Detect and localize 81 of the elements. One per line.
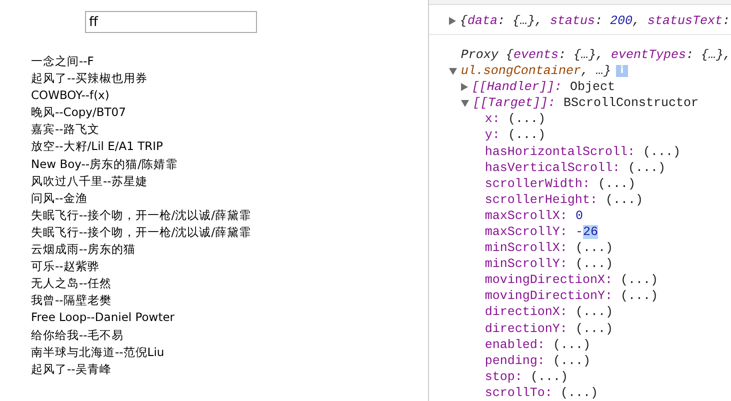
property-key: status	[550, 14, 595, 28]
property-key: maxScrollY:	[484, 225, 568, 240]
song-item[interactable]: 给你给我--毛不易	[31, 326, 428, 344]
property-key: statusText	[648, 14, 723, 28]
property-value: (...)	[575, 241, 613, 256]
property-value: Object	[570, 80, 615, 94]
property-value: (...)	[530, 370, 568, 384]
property-value: (...)	[575, 257, 613, 272]
property-key: stop:	[484, 370, 522, 384]
property-value: (...)	[508, 128, 546, 142]
song-item[interactable]: 云烟成雨--房东的猫	[31, 241, 428, 258]
property-key: scrollerWidth:	[484, 176, 590, 191]
property-key: directionX:	[484, 305, 568, 320]
number-value: 200	[610, 14, 633, 28]
song-item[interactable]: COWBOY--f(x)	[31, 87, 428, 104]
song-item[interactable]: 嘉宾--路飞文	[31, 121, 428, 138]
search-field[interactable]: ff	[85, 11, 257, 33]
song-item[interactable]: 问风--金渔	[31, 190, 428, 207]
expand-triangle-icon[interactable]	[448, 16, 456, 25]
song-item[interactable]: 风吹过八千里--苏星婕	[31, 172, 428, 190]
property-key: directionY:	[484, 322, 568, 336]
song-item[interactable]: 一念之间--F	[31, 53, 428, 70]
property-key: scrollTo:	[484, 386, 552, 400]
property-value: (...)	[620, 289, 658, 304]
property-key: hasHorizontalScroll:	[484, 144, 635, 159]
code-text: : {…},	[558, 48, 604, 62]
property-key: [[Target]]:	[472, 96, 556, 110]
selected-text: 26	[582, 225, 598, 240]
property-value: -26	[575, 225, 598, 240]
song-item[interactable]: 起风了--买辣椒也用券	[31, 70, 428, 88]
property-key: pending:	[484, 354, 545, 368]
song-item[interactable]: 失眠飞行--接个吻，开一枪/沈以诚/薛黛霏	[31, 206, 428, 224]
element-ref: ul.songContainer	[460, 64, 581, 78]
code-text: , …}	[580, 64, 611, 78]
property-key: minScrollX:	[484, 241, 568, 256]
property-value: (...)	[605, 192, 643, 207]
property-key: maxScrollX:	[484, 208, 568, 223]
song-item[interactable]: 南半球与北海道--范倪Liu	[31, 344, 428, 361]
property-key: scrollerHeight:	[484, 192, 598, 207]
property-value: 0	[575, 208, 583, 223]
code-text: :	[594, 14, 604, 28]
song-item[interactable]: 无人之岛--任然	[31, 275, 428, 292]
expand-triangle-icon[interactable]	[448, 68, 457, 75]
expand-triangle-icon[interactable]	[460, 100, 469, 107]
property-value: (...)	[575, 322, 613, 336]
property-key: data	[467, 14, 498, 28]
property-key: eventTypes	[610, 48, 686, 62]
property-value: (...)	[598, 176, 636, 191]
property-key: movingDirectionX:	[484, 273, 612, 288]
expand-triangle-icon[interactable]	[460, 83, 468, 92]
property-key: hasVerticalScroll:	[484, 160, 620, 175]
song-item[interactable]: 起风了--吴青峰	[31, 360, 428, 378]
code-text: : {…},	[686, 48, 731, 62]
property-value: (...)	[552, 338, 590, 352]
property-value: (...)	[628, 160, 666, 175]
property-value: (...)	[575, 305, 613, 320]
property-key: minScrollY:	[484, 257, 568, 272]
song-item[interactable]: 失眠飞行--接个吻，开一枪/沈以诚/薛黛霏	[31, 224, 428, 242]
song-item[interactable]: Free Loop--Daniel Powter	[31, 309, 428, 326]
property-value: (...)	[552, 354, 590, 368]
property-key: [[Handler]]:	[472, 80, 562, 94]
song-item[interactable]: 可乐--赵紫骅	[31, 258, 428, 276]
property-value: (...)	[620, 273, 658, 288]
code-text: ,	[632, 14, 642, 28]
song-item[interactable]: New Boy--房东的猫/陈婧霏	[31, 156, 428, 173]
property-value: (...)	[642, 144, 680, 159]
property-key: y:	[484, 128, 500, 142]
property-value: (...)	[508, 112, 546, 126]
property-key: movingDirectionY:	[484, 289, 612, 304]
property-value: (...)	[560, 386, 598, 400]
property-value: BScrollConstructor	[563, 96, 698, 110]
property-key: x:	[484, 112, 500, 126]
code-text: : {…},	[497, 14, 544, 28]
property-key: enabled:	[484, 338, 545, 352]
code-text: {	[460, 14, 468, 28]
song-item[interactable]: 我曾--隔壁老樊	[31, 292, 428, 310]
code-text: Proxy {	[460, 48, 514, 62]
code-text: :	[722, 14, 730, 28]
song-item[interactable]: 放空--大籽/Lil E/A1 TRIP	[31, 138, 428, 156]
song-item[interactable]: 晚风--Copy/BT07	[31, 104, 428, 122]
property-key: events	[513, 48, 558, 62]
